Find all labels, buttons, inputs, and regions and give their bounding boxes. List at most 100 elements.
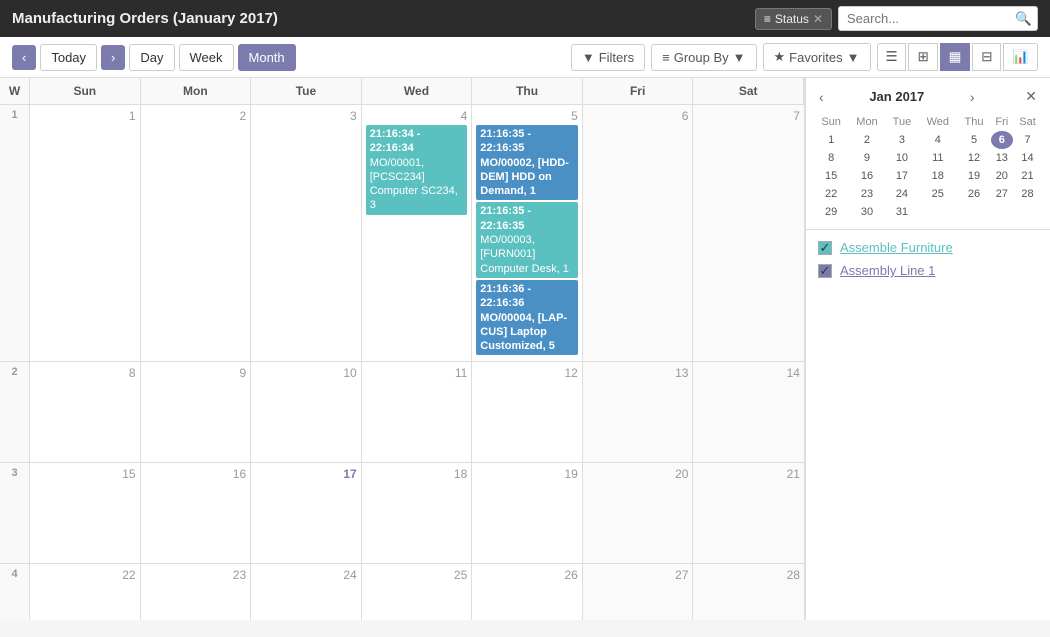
cal-day-tue-w3[interactable]: 17	[251, 463, 362, 563]
filters-label: Filters	[599, 50, 634, 65]
mini-cal-close[interactable]: ✕	[1020, 86, 1042, 107]
search-button[interactable]: 🔍	[1015, 11, 1032, 27]
cal-day-wed-w4[interactable]: 25	[362, 564, 473, 620]
mini-cal-day[interactable]: 24	[886, 185, 918, 203]
mini-cal-day[interactable]: 2	[848, 131, 885, 149]
event-mo00003[interactable]: 21:16:35 - 22:16:35 MO/00003, [FURN001] …	[476, 202, 578, 277]
cal-day-mon-w3[interactable]: 16	[141, 463, 252, 563]
calendar-view-button[interactable]: ▦	[940, 43, 971, 71]
filter-checkbox-1: ✓	[818, 241, 832, 255]
status-filter-close[interactable]: ✕	[813, 12, 823, 26]
mini-cal-day[interactable]: 13	[991, 149, 1013, 167]
cal-day-thu-w1[interactable]: 5 21:16:35 - 22:16:35 MO/00002, [HDD-DEM…	[472, 105, 583, 361]
list-view-button[interactable]: ☰	[877, 43, 907, 71]
calendar-week-3: 3 15 16 17 18 19 20 21	[0, 463, 804, 564]
mini-cal-day[interactable]: 18	[918, 167, 957, 185]
mini-cal-day[interactable]: 3	[886, 131, 918, 149]
cal-day-sun-w2[interactable]: 8	[30, 362, 141, 462]
calendar-week-2: 2 8 9 10 11 12 13 14	[0, 362, 804, 463]
mini-cal-day[interactable]: 16	[848, 167, 885, 185]
cal-day-sat-w2[interactable]: 14	[693, 362, 804, 462]
kanban-view-button[interactable]: ⊞	[908, 43, 937, 71]
mini-cal-day[interactable]: 9	[848, 149, 885, 167]
cal-day-thu-w4[interactable]: 26	[472, 564, 583, 620]
mini-cal-day[interactable]: 1	[814, 131, 848, 149]
cal-day-sat-w4[interactable]: 28	[693, 564, 804, 620]
mini-cal-day[interactable]: 30	[848, 203, 885, 221]
mini-cal-day[interactable]: 10	[886, 149, 918, 167]
mini-cal-next[interactable]: ›	[965, 87, 980, 107]
cal-day-thu-w3[interactable]: 19	[472, 463, 583, 563]
cal-day-mon-w2[interactable]: 9	[141, 362, 252, 462]
filters-button[interactable]: ▼ Filters	[571, 44, 645, 71]
cal-day-tue-w1[interactable]: 3	[251, 105, 362, 361]
mini-cal-day[interactable]: 6	[991, 131, 1013, 149]
calendar-area: W Sun Mon Tue Wed Thu Fri Sat 1 1 2 3 4 …	[0, 78, 805, 620]
cal-day-wed-w1[interactable]: 4 21:16:34 - 22:16:34 MO/00001, [PCSC234…	[362, 105, 473, 361]
cal-day-wed-w2[interactable]: 11	[362, 362, 473, 462]
mini-cal-day[interactable]: 26	[957, 185, 990, 203]
cal-day-fri-w4[interactable]: 27	[583, 564, 694, 620]
graph-view-button[interactable]: 📊	[1003, 43, 1038, 71]
cal-day-mon-w1[interactable]: 2	[141, 105, 252, 361]
mini-cal-day[interactable]: 21	[1013, 167, 1042, 185]
mini-cal-day[interactable]: 31	[886, 203, 918, 221]
mini-cal-day[interactable]: 19	[957, 167, 990, 185]
mini-cal-day[interactable]: 29	[814, 203, 848, 221]
status-filter[interactable]: ≡ Status ✕	[755, 8, 832, 30]
mini-cal-title: Jan 2017	[869, 89, 924, 104]
event-mo00001[interactable]: 21:16:34 - 22:16:34 MO/00001, [PCSC234] …	[366, 125, 468, 215]
event-mo00004[interactable]: 21:16:36 - 22:16:36 MO/00004, [LAP-CUS] …	[476, 280, 578, 355]
star-icon: ★	[774, 49, 786, 65]
mini-thu-header: Thu	[957, 113, 990, 131]
cal-day-wed-w3[interactable]: 18	[362, 463, 473, 563]
cal-day-sun-w3[interactable]: 15	[30, 463, 141, 563]
search-input[interactable]	[838, 6, 1038, 31]
group-by-button[interactable]: ≡ Group By ▼	[651, 44, 756, 71]
mini-cal-day[interactable]: 15	[814, 167, 848, 185]
mini-cal-day[interactable]: 27	[991, 185, 1013, 203]
mini-cal-day[interactable]: 4	[918, 131, 957, 149]
prev-button[interactable]: ‹	[12, 45, 36, 70]
filter-item-2[interactable]: ✓ Assembly Line 1	[818, 263, 1038, 278]
view-buttons: ☰ ⊞ ▦ ⊟ 📊	[877, 43, 1039, 71]
cal-day-fri-w1[interactable]: 6	[583, 105, 694, 361]
cal-day-sun-w1[interactable]: 1	[30, 105, 141, 361]
mini-cal-day[interactable]: 5	[957, 131, 990, 149]
mini-cal-day[interactable]: 17	[886, 167, 918, 185]
today-button[interactable]: Today	[40, 44, 97, 71]
mini-cal-day[interactable]: 23	[848, 185, 885, 203]
event-mo00002[interactable]: 21:16:35 - 22:16:35 MO/00002, [HDD-DEM] …	[476, 125, 578, 200]
cal-day-sun-w4[interactable]: 22	[30, 564, 141, 620]
cal-day-sat-w1[interactable]: 7	[693, 105, 804, 361]
cal-day-mon-w4[interactable]: 23	[141, 564, 252, 620]
day-button[interactable]: Day	[129, 44, 174, 71]
mini-cal-day[interactable]: 28	[1013, 185, 1042, 203]
cal-day-sat-w3[interactable]: 21	[693, 463, 804, 563]
mini-cal-prev[interactable]: ‹	[814, 87, 829, 107]
mon-header: Mon	[141, 78, 252, 104]
cal-day-tue-w2[interactable]: 10	[251, 362, 362, 462]
filter-item-1[interactable]: ✓ Assemble Furniture	[818, 240, 1038, 255]
favorites-button[interactable]: ★ Favorites ▼	[763, 43, 871, 71]
mini-cal-day[interactable]: 14	[1013, 149, 1042, 167]
tue-header: Tue	[251, 78, 362, 104]
cal-day-fri-w2[interactable]: 13	[583, 362, 694, 462]
mini-cal-day[interactable]: 20	[991, 167, 1013, 185]
sat-header: Sat	[693, 78, 804, 104]
cal-day-tue-w4[interactable]: 24	[251, 564, 362, 620]
mini-cal-day[interactable]: 22	[814, 185, 848, 203]
mini-cal-day[interactable]: 25	[918, 185, 957, 203]
cal-day-thu-w2[interactable]: 12	[472, 362, 583, 462]
pivot-view-button[interactable]: ⊟	[972, 43, 1001, 71]
mini-cal-day[interactable]: 11	[918, 149, 957, 167]
filter-checkbox-2: ✓	[818, 264, 832, 278]
mini-cal-day[interactable]: 7	[1013, 131, 1042, 149]
month-button[interactable]: Month	[238, 44, 296, 71]
next-button[interactable]: ›	[101, 45, 125, 70]
mini-cal-day[interactable]: 12	[957, 149, 990, 167]
week-button[interactable]: Week	[179, 44, 234, 71]
cal-day-fri-w3[interactable]: 20	[583, 463, 694, 563]
mini-cal-day[interactable]: 8	[814, 149, 848, 167]
top-bar: Manufacturing Orders (January 2017) ≡ St…	[0, 0, 1050, 37]
